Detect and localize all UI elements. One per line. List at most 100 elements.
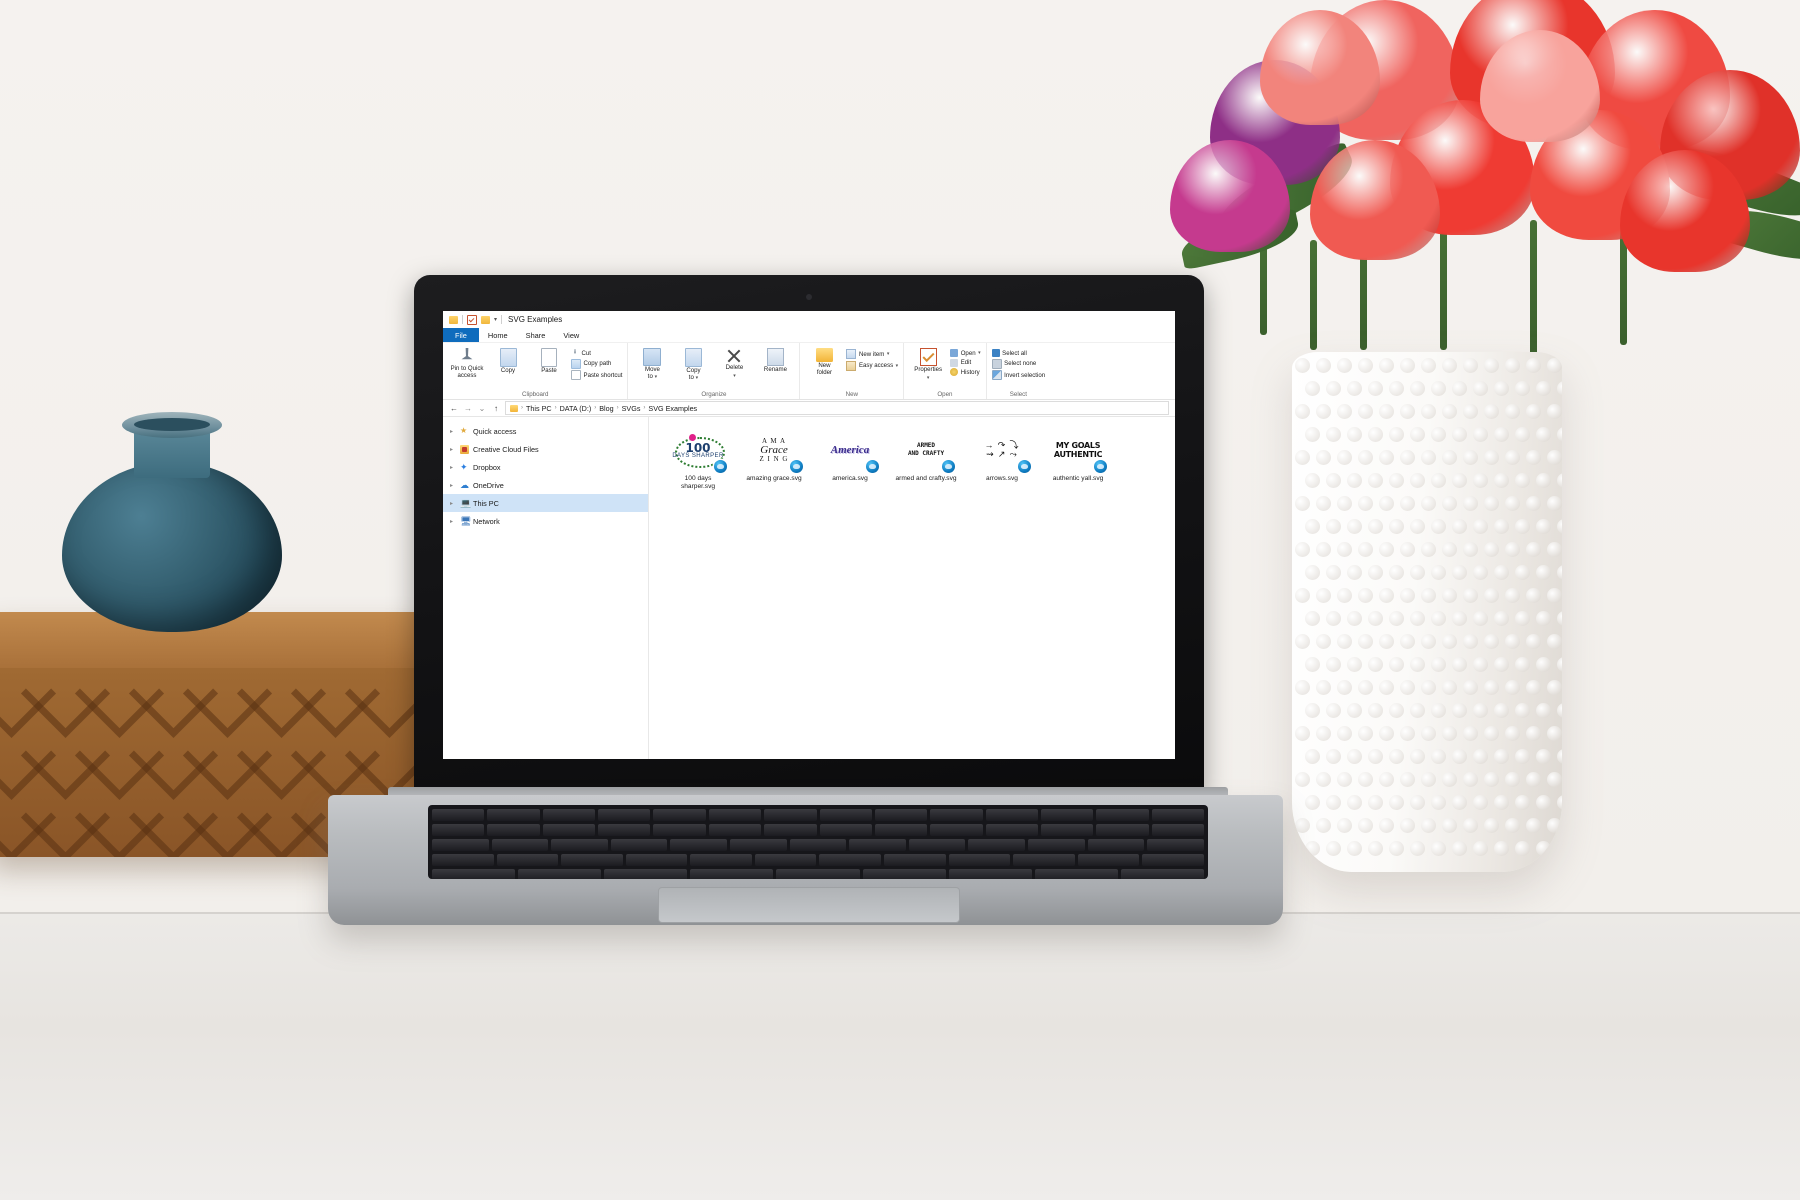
keyboard-key[interactable]: [670, 839, 728, 851]
keyboard-key[interactable]: [690, 869, 774, 879]
chevron-down-icon[interactable]: ▾: [927, 375, 930, 381]
keyboard-key[interactable]: [948, 869, 1032, 879]
copy-path-button[interactable]: Copy path: [571, 358, 622, 369]
new-item-button[interactable]: New item ▾: [846, 349, 898, 359]
sidebar-item-onedrive[interactable]: ▸ ☁ OneDrive: [443, 476, 648, 494]
keyboard-key[interactable]: [496, 854, 559, 866]
keyboard-key[interactable]: [690, 854, 752, 866]
keyboard[interactable]: [428, 805, 1208, 879]
keyboard-key[interactable]: [708, 809, 762, 821]
keyboard-key[interactable]: [948, 854, 1011, 866]
keyboard-key[interactable]: [884, 854, 946, 866]
keyboard-key[interactable]: [985, 824, 1038, 836]
keyboard-key[interactable]: [764, 824, 817, 836]
move-to-button[interactable]: Move to ▾: [633, 346, 671, 380]
file-list-view[interactable]: 100 DAYS SHARPER 100 days sharper.svg A …: [649, 417, 1175, 759]
keyboard-key[interactable]: [604, 869, 688, 879]
keyboard-key[interactable]: [764, 809, 817, 821]
back-button[interactable]: ←: [449, 404, 459, 413]
sidebar-item-network[interactable]: ▸ 🖥 Network: [443, 512, 648, 530]
open-button[interactable]: Open ▾: [950, 349, 981, 357]
rename-button[interactable]: Rename: [756, 346, 794, 374]
folder-icon[interactable]: [481, 315, 490, 324]
chevron-down-icon[interactable]: ▾: [978, 350, 981, 356]
chevron-right-icon[interactable]: ▸: [450, 518, 456, 525]
keyboard-key[interactable]: [819, 809, 872, 821]
keyboard-key[interactable]: [598, 824, 651, 836]
keyboard-key[interactable]: [874, 824, 928, 836]
keyboard-key[interactable]: [432, 809, 485, 821]
new-folder-button[interactable]: New folder: [805, 346, 843, 376]
keyboard-key[interactable]: [491, 839, 549, 851]
properties-button[interactable]: Properties ▾: [909, 346, 947, 381]
delete-button[interactable]: Delete ▾: [715, 346, 753, 379]
breadcrumb-data-d[interactable]: DATA (D:): [560, 404, 592, 413]
paste-shortcut-button[interactable]: Paste shortcut: [571, 370, 622, 380]
keyboard-key[interactable]: [432, 869, 516, 879]
chevron-right-icon[interactable]: ▸: [450, 464, 456, 471]
tab-file[interactable]: File: [443, 328, 479, 342]
select-none-button[interactable]: Select none: [991, 358, 1045, 369]
chevron-down-icon[interactable]: ▾: [494, 316, 497, 323]
easy-access-button[interactable]: Easy access ▾: [846, 360, 899, 371]
forward-button[interactable]: →: [463, 404, 473, 413]
select-all-button[interactable]: Select all: [991, 349, 1045, 357]
keyboard-key[interactable]: [653, 824, 706, 836]
breadcrumb-this-pc[interactable]: This PC: [526, 404, 552, 413]
keyboard-key[interactable]: [862, 869, 946, 879]
properties-icon[interactable]: [467, 314, 477, 325]
breadcrumb-svgs[interactable]: SVGs: [622, 404, 641, 413]
list-item[interactable]: A M A Grace Z I N G amazing grace.svg: [743, 429, 805, 490]
copy-to-button[interactable]: Copy to ▾: [674, 346, 712, 381]
keyboard-key[interactable]: [432, 839, 489, 851]
trackpad[interactable]: [658, 887, 960, 923]
chevron-down-icon[interactable]: ▾: [733, 373, 736, 379]
breadcrumb-blog[interactable]: Blog: [599, 404, 613, 413]
keyboard-key[interactable]: [551, 839, 608, 851]
chevron-right-icon[interactable]: ▸: [450, 428, 456, 435]
keyboard-key[interactable]: [1120, 869, 1204, 879]
keyboard-key[interactable]: [487, 824, 540, 836]
keyboard-key[interactable]: [1142, 854, 1204, 866]
keyboard-key[interactable]: [874, 809, 928, 821]
invert-selection-button[interactable]: Invert selection: [991, 370, 1045, 380]
copy-button[interactable]: Copy: [489, 346, 527, 375]
keyboard-key[interactable]: [432, 854, 494, 866]
keyboard-key[interactable]: [653, 809, 706, 821]
keyboard-key[interactable]: [849, 839, 906, 851]
chevron-down-icon[interactable]: ▾: [887, 351, 890, 357]
breadcrumb[interactable]: › This PC › DATA (D:) › Blog › SVGs › SV…: [505, 401, 1169, 415]
keyboard-key[interactable]: [487, 809, 540, 821]
keyboard-key[interactable]: [1147, 839, 1204, 851]
cut-button[interactable]: Cut: [571, 349, 622, 357]
up-button[interactable]: ↑: [491, 404, 501, 413]
keyboard-key[interactable]: [1013, 854, 1075, 866]
keyboard-key[interactable]: [908, 839, 966, 851]
keyboard-key[interactable]: [819, 824, 872, 836]
chevron-down-icon[interactable]: ▾: [896, 363, 899, 369]
keyboard-key[interactable]: [598, 809, 651, 821]
sidebar-item-this-pc[interactable]: ▸ 💻 This PC: [443, 494, 648, 512]
sidebar-item-creative-cloud-files[interactable]: ▸ Creative Cloud Files: [443, 440, 648, 458]
keyboard-key[interactable]: [708, 824, 762, 836]
keyboard-key[interactable]: [1096, 824, 1149, 836]
keyboard-key[interactable]: [561, 854, 623, 866]
keyboard-key[interactable]: [776, 869, 860, 879]
list-item[interactable]: America america.svg: [819, 429, 881, 490]
keyboard-key[interactable]: [930, 824, 983, 836]
list-item[interactable]: ARMED AND CRAFTY armed and crafty.svg: [895, 429, 957, 490]
folder-icon[interactable]: [449, 315, 458, 324]
pin-to-quick-access-button[interactable]: Pin to Quick access: [448, 346, 486, 379]
sidebar-item-dropbox[interactable]: ▸ ✦ Dropbox: [443, 458, 648, 476]
keyboard-key[interactable]: [968, 839, 1026, 851]
tab-view[interactable]: View: [554, 328, 588, 342]
keyboard-key[interactable]: [1077, 854, 1140, 866]
keyboard-key[interactable]: [542, 809, 596, 821]
keyboard-key[interactable]: [432, 824, 485, 836]
list-item[interactable]: 100 DAYS SHARPER 100 days sharper.svg: [667, 429, 729, 490]
keyboard-key[interactable]: [730, 839, 787, 851]
list-item[interactable]: → ↷ ⤵ ⇝ ↗ ⤳ arrows.svg: [971, 429, 1033, 490]
chevron-right-icon[interactable]: ▸: [450, 500, 456, 507]
keyboard-key[interactable]: [625, 854, 688, 866]
keyboard-key[interactable]: [610, 839, 668, 851]
